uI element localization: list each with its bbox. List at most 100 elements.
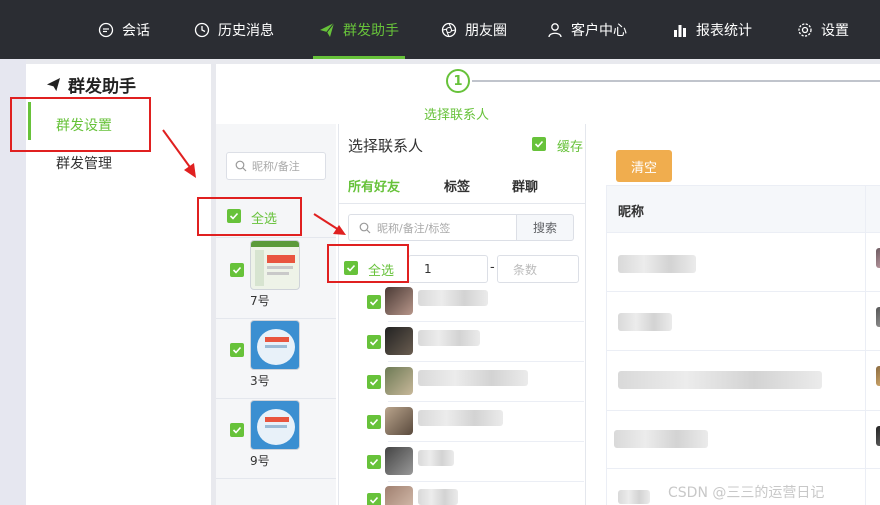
account-name: 3号 xyxy=(250,374,270,388)
step-line xyxy=(472,80,880,82)
contact-search-input[interactable]: 昵称/备注/标签 xyxy=(348,214,518,241)
send-icon xyxy=(320,22,335,37)
contact-avatar xyxy=(385,327,413,355)
divider xyxy=(388,441,584,442)
nav-item-settings[interactable]: 设置 xyxy=(797,0,849,59)
range-to-input[interactable]: 条数 xyxy=(497,255,579,283)
nav-item-broadcast[interactable]: 群发助手 xyxy=(313,0,405,59)
account-search-input[interactable]: 昵称/备注 xyxy=(226,152,326,180)
contact-avatar xyxy=(385,367,413,395)
table-border xyxy=(606,185,607,505)
nav-item-label: 群发助手 xyxy=(343,22,399,39)
nav-item-customers[interactable]: 客户中心 xyxy=(547,0,627,59)
tab-all-friends[interactable]: 所有好友 xyxy=(348,176,400,195)
contact-checkbox[interactable] xyxy=(367,415,381,429)
contact-avatar xyxy=(385,447,413,475)
divider xyxy=(388,481,584,482)
divider xyxy=(216,398,336,399)
table-header xyxy=(606,185,880,233)
aperture-icon xyxy=(441,22,457,37)
annotation-box-settings xyxy=(10,97,151,152)
divider xyxy=(388,361,584,362)
divider xyxy=(216,237,336,238)
table-cell-blurred xyxy=(618,313,672,331)
table-row-avatar xyxy=(876,307,880,327)
gear-icon xyxy=(798,22,812,37)
table-cell-blurred xyxy=(614,430,708,448)
table-row-divider xyxy=(606,468,880,469)
account-checkbox[interactable] xyxy=(230,263,244,277)
account-thumbnail xyxy=(250,240,300,290)
table-cell-blurred xyxy=(618,371,822,389)
annotation-box-contact-select-all xyxy=(327,244,409,283)
nav-item-label: 客户中心 xyxy=(571,22,627,39)
clock-icon xyxy=(194,22,210,37)
search-button[interactable]: 搜索 xyxy=(516,214,574,241)
annotation-box-account-select-all xyxy=(197,197,302,236)
contact-avatar xyxy=(385,407,413,435)
nav-item-chat[interactable]: 会话 xyxy=(98,0,150,59)
nav-item-label: 会话 xyxy=(122,22,150,39)
table-cell-blurred xyxy=(618,255,696,273)
clear-button[interactable]: 清空 xyxy=(616,150,672,182)
contact-name-blurred xyxy=(418,410,503,426)
contact-checkbox[interactable] xyxy=(367,455,381,469)
contact-checkbox[interactable] xyxy=(367,335,381,349)
range-from-input[interactable]: 1 xyxy=(408,255,488,283)
search-icon xyxy=(235,160,247,172)
nav-item-label: 朋友圈 xyxy=(465,22,507,39)
table-row-avatar xyxy=(876,248,880,268)
contact-name-blurred xyxy=(418,450,454,466)
table-row-divider xyxy=(606,410,880,411)
contact-name-blurred xyxy=(418,370,528,386)
contact-panel-title: 选择联系人 xyxy=(348,137,424,155)
table-row-avatar xyxy=(876,426,880,446)
contact-name-blurred xyxy=(418,330,480,346)
nav-item-moments[interactable]: 朋友圈 xyxy=(441,0,507,59)
table-row-divider xyxy=(606,291,880,292)
watermark: CSDN @三三的运营日记 xyxy=(668,485,825,501)
contact-avatar xyxy=(385,486,413,505)
contact-name-blurred xyxy=(418,290,488,306)
chat-icon xyxy=(98,22,114,37)
contact-avatar xyxy=(385,287,413,315)
column-divider xyxy=(865,185,866,505)
table-row-avatar xyxy=(876,366,880,386)
sidebar-title: 群发助手 xyxy=(46,72,136,97)
nav-item-label: 历史消息 xyxy=(218,22,274,39)
contact-checkbox[interactable] xyxy=(367,493,381,505)
account-checkbox[interactable] xyxy=(230,343,244,357)
cache-checkbox[interactable] xyxy=(532,137,546,151)
nav-item-label: 报表统计 xyxy=(696,22,752,39)
account-thumbnail xyxy=(250,400,300,450)
divider xyxy=(388,401,584,402)
step-number: 1 xyxy=(446,69,470,93)
divider xyxy=(216,478,336,479)
nav-item-history[interactable]: 历史消息 xyxy=(194,0,274,59)
nav-item-reports[interactable]: 报表统计 xyxy=(672,0,752,59)
table-cell-blurred xyxy=(618,490,650,504)
tab-groups[interactable]: 群聊 xyxy=(512,176,538,195)
bar-chart-icon xyxy=(674,24,686,37)
search-icon xyxy=(359,222,371,233)
contact-checkbox[interactable] xyxy=(367,295,381,309)
step-label: 选择联系人 xyxy=(424,108,490,123)
divider xyxy=(388,321,584,322)
cache-label[interactable]: 缓存 xyxy=(557,136,583,155)
range-dash: - xyxy=(490,260,495,275)
divider xyxy=(216,318,336,319)
sidebar-item-broadcast-manage[interactable]: 群发管理 xyxy=(56,153,112,173)
contact-name-blurred xyxy=(418,489,458,505)
column-header-nickname: 昵称 xyxy=(618,205,645,220)
account-name: 7号 xyxy=(250,294,270,308)
nav-item-label: 设置 xyxy=(821,22,849,39)
contact-checkbox[interactable] xyxy=(367,375,381,389)
account-checkbox[interactable] xyxy=(230,423,244,437)
tabs-divider xyxy=(338,203,586,204)
user-icon xyxy=(548,22,562,37)
account-thumbnail xyxy=(250,320,300,370)
send-icon xyxy=(46,77,61,92)
tab-tags[interactable]: 标签 xyxy=(444,176,470,195)
table-row-divider xyxy=(606,350,880,351)
account-name: 9号 xyxy=(250,454,270,468)
